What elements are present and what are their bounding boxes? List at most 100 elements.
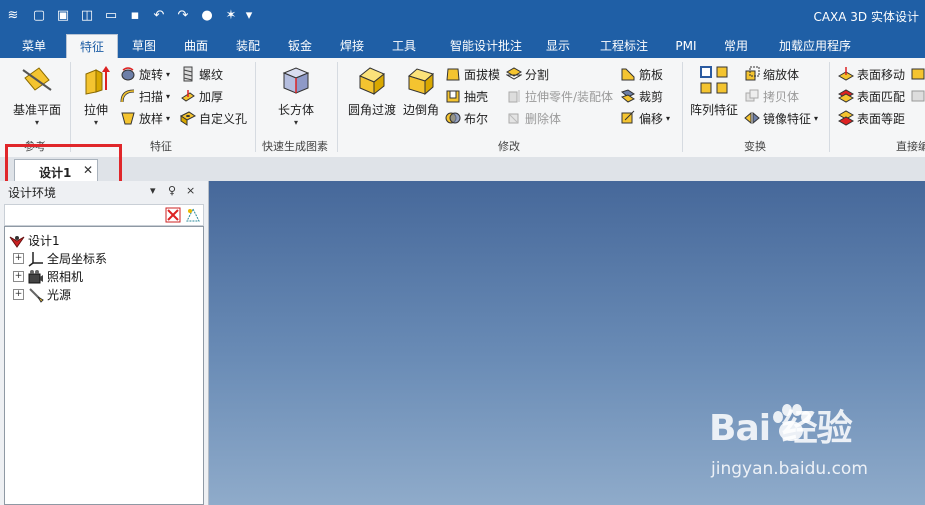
tree-node-design[interactable]: 设计1	[9, 232, 60, 249]
folder-icon[interactable]: ▭	[102, 6, 120, 24]
redo-icon[interactable]: ↷	[174, 6, 192, 24]
panel-dropdown-icon[interactable]: ▾	[150, 184, 156, 197]
shell-button[interactable]: 抽壳	[445, 86, 488, 106]
ribbon-overflow-icon[interactable]	[910, 86, 925, 106]
ref-plane-button[interactable]: 基准平面 ▾	[8, 64, 66, 127]
tree-node-camera[interactable]: + 照相机	[13, 268, 83, 285]
rib-button[interactable]: 筋板	[620, 64, 663, 84]
scale-body-button[interactable]: 缩放体	[744, 64, 799, 84]
ribbon-panel: 基准平面 ▾ 参考 拉伸 ▾ 旋转 ▾ 扫描 ▾ 放样 ▾ 螺纹 加厚 自定义孔 特征…	[0, 58, 925, 158]
dropdown-icon[interactable]: ▾	[244, 6, 254, 24]
design-environment-panel: 设计环境 ▾ ♀ × 设计1 + 全局坐标系 + 照相机 + 光源	[0, 181, 209, 505]
sweep-button[interactable]: 扫描 ▾	[120, 86, 170, 106]
tab-common[interactable]: 常用	[714, 34, 758, 58]
paw-icon	[773, 404, 811, 441]
import-icon[interactable]: ◫	[78, 6, 96, 24]
shell-icon	[446, 90, 460, 103]
tab-display[interactable]: 显示	[540, 34, 576, 58]
tab-assembly[interactable]: 装配	[226, 34, 270, 58]
delete-body-button[interactable]: 删除体	[506, 108, 561, 128]
trim-button[interactable]: 裁剪	[620, 86, 663, 106]
extrude-button[interactable]: 拉伸 ▾	[76, 64, 116, 127]
custom-hole-icon	[180, 111, 196, 126]
design-tree: 设计1 + 全局坐标系 + 照相机 + 光源	[4, 226, 204, 505]
boolean-button[interactable]: 布尔	[445, 108, 488, 128]
split-button[interactable]: 分割	[506, 64, 549, 84]
cuboid-icon	[282, 67, 310, 94]
boolean-icon	[445, 112, 461, 124]
pattern-button[interactable]: 阵列特征	[688, 64, 740, 118]
extrude-to-part-button[interactable]: 拉伸零件/装配体	[506, 86, 613, 106]
custom-hole-button[interactable]: 自定义孔	[180, 108, 247, 128]
chamfer-icon	[407, 68, 435, 96]
document-tab-strip: 设计1 ✕	[0, 157, 925, 182]
sweep-icon	[120, 89, 135, 103]
copy-body-button[interactable]: 拷贝体	[744, 86, 799, 106]
offset-button[interactable]: 偏移 ▾	[620, 108, 670, 128]
3d-viewport[interactable]: Bai 经验 jingyan.baidu.com	[209, 181, 925, 505]
loft-button[interactable]: 放样 ▾	[120, 108, 170, 128]
design-root-icon	[9, 235, 25, 248]
camera-icon	[28, 269, 43, 283]
revolve-icon	[121, 67, 135, 81]
thread-icon	[183, 66, 193, 82]
tab-pmi[interactable]: PMI	[668, 34, 704, 58]
face-match-button[interactable]: 表面匹配	[838, 86, 905, 106]
ribbon-separator	[337, 62, 338, 152]
split-icon	[506, 67, 522, 80]
new-icon[interactable]: ▢	[30, 6, 48, 24]
chamfer-button[interactable]: 边倒角	[401, 64, 441, 118]
pin-icon[interactable]: ♀	[168, 184, 176, 197]
render-icon[interactable]: ●	[198, 6, 216, 24]
pattern-icon	[700, 66, 728, 94]
app-title: CAXA 3D 实体设计	[813, 10, 919, 24]
expand-icon[interactable]: +	[13, 253, 24, 264]
thread-button[interactable]: 螺纹	[180, 64, 223, 84]
revolve-button[interactable]: 旋转 ▾	[120, 64, 170, 84]
tree-node-light[interactable]: + 光源	[13, 286, 71, 303]
expand-icon[interactable]: +	[13, 271, 24, 282]
ribbon-separator	[682, 62, 683, 152]
face-equidistance-button[interactable]: 表面等距	[838, 108, 905, 128]
ribbon-overflow-icon[interactable]	[910, 64, 925, 84]
draft-icon	[446, 68, 460, 81]
tab-engineering[interactable]: 工程标注	[590, 34, 658, 58]
tree-node-global-coordinates[interactable]: + 全局坐标系	[13, 250, 107, 267]
tab-sheetmetal[interactable]: 钣金	[278, 34, 322, 58]
undo-icon[interactable]: ↶	[150, 6, 168, 24]
expand-icon[interactable]: +	[13, 289, 24, 300]
tab-addins[interactable]: 加载应用程序	[770, 34, 860, 58]
tab-sketch[interactable]: 草图	[122, 34, 166, 58]
fillet-button[interactable]: 圆角过渡	[346, 64, 398, 118]
design-element-icon[interactable]	[185, 207, 201, 223]
mirror-feature-button[interactable]: 镜像特征 ▾	[744, 108, 818, 128]
face-move-button[interactable]: 表面移动	[838, 64, 905, 84]
trim-icon	[620, 89, 635, 103]
coordinate-axes-icon	[28, 251, 43, 267]
thicken-icon	[181, 90, 195, 102]
cuboid-button[interactable]: 长方体 ▾	[272, 64, 320, 127]
tab-smart-annotation[interactable]: 智能设计批注	[438, 34, 534, 58]
ribbon-separator	[255, 62, 256, 152]
delete-icon[interactable]	[165, 207, 181, 223]
panel-close-icon[interactable]: ×	[186, 184, 195, 197]
open-icon[interactable]: ▣	[54, 6, 72, 24]
offset-icon	[621, 110, 635, 124]
tab-feature[interactable]: 特征	[66, 34, 118, 59]
design-element-icon[interactable]: ✶	[222, 6, 240, 24]
mirror-feature-icon	[744, 111, 760, 125]
thicken-button[interactable]: 加厚	[180, 86, 223, 106]
panel-toolbar	[4, 204, 204, 226]
app-menu-icon[interactable]: ≋	[4, 6, 22, 24]
loft-icon	[121, 112, 135, 125]
tab-menu[interactable]: 菜单	[12, 34, 56, 58]
ribbon-tabs: 菜单 特征 草图 曲面 装配 钣金 焊接 工具 智能设计批注 显示 工程标注 P…	[0, 31, 925, 59]
tab-tools[interactable]: 工具	[382, 34, 426, 58]
tab-welding[interactable]: 焊接	[330, 34, 374, 58]
tab-surface[interactable]: 曲面	[174, 34, 218, 58]
save-icon[interactable]: ▪	[126, 6, 144, 24]
draft-button[interactable]: 面拔模	[445, 64, 500, 84]
panel-title: 设计环境	[8, 186, 57, 200]
watermark-url: jingyan.baidu.com	[711, 459, 868, 479]
delete-body-icon	[508, 113, 519, 124]
